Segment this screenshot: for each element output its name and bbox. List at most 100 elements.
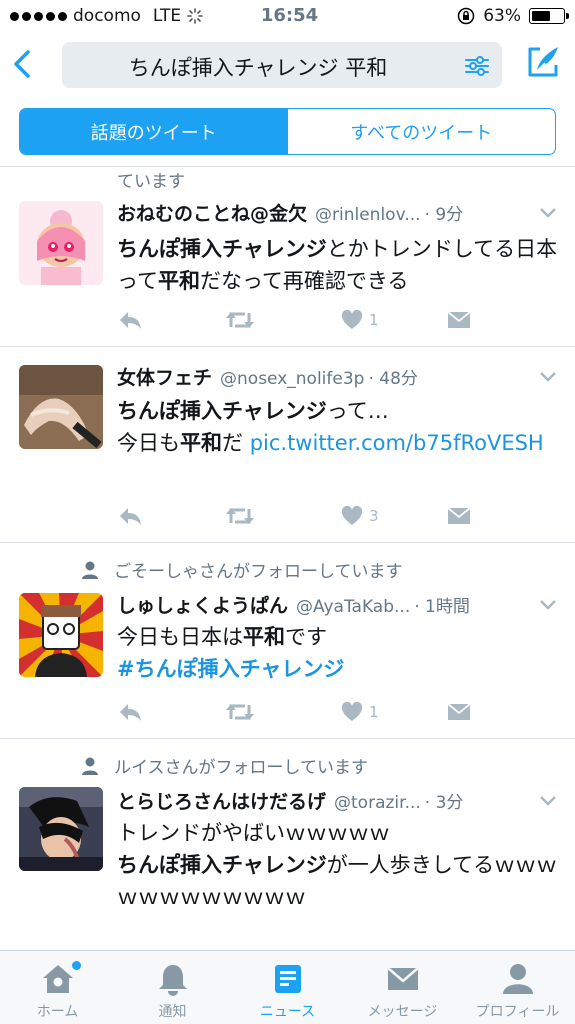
envelope-icon (447, 507, 471, 524)
tweet-text: ちんぽ挿入チャレンジとかトレンドしてる日本って平和だなって再確認できる (117, 233, 563, 297)
segment-top-tweets[interactable]: 話題のツイート (20, 109, 288, 154)
reply-icon (120, 508, 141, 525)
bell-icon (158, 965, 187, 996)
reply-icon (120, 704, 141, 721)
retweet-button[interactable] (225, 699, 255, 725)
tweet-actions: 3 (117, 503, 477, 529)
media-link[interactable]: pic.twitter.com/b75fRoVESH (250, 431, 544, 455)
tweet-header: 女体フェチ @nosex_nolife3p · 48分 (117, 363, 557, 391)
direct-message-button[interactable] (447, 307, 471, 333)
user-handle[interactable]: @torazir... (334, 793, 421, 813)
user-handle[interactable]: @AyaTaKab... (296, 597, 410, 617)
tweet-text: 今日も日本は平和です #ちんぽ挿入チャレンジ (117, 621, 563, 685)
social-context-text: ルイスさんがフォローしています (114, 758, 368, 778)
user-handle[interactable]: @rinlenlov... (315, 205, 421, 225)
tweet-text-part: だなって再確認できる (199, 269, 409, 293)
user-name[interactable]: おねむのことね@金欠 (117, 199, 307, 226)
user-name[interactable]: とらじろさんはけだるげ (117, 787, 326, 814)
reply-button[interactable] (117, 503, 143, 529)
tweet-header: しゅしょくようぱん @AyaTaKab... · 1時間 (117, 591, 557, 619)
search-filter-icon[interactable] (464, 54, 490, 78)
user-name[interactable]: しゅしょくようぱん (117, 591, 288, 618)
social-context: ごそーしゃさんがフォローしています (80, 557, 403, 582)
tweet-item[interactable]: おねむのことね@金欠 @rinlenlov... · 9分 ちんぽ挿入チャレンジ… (0, 187, 575, 347)
bottom-tab-bar: ホーム 通知 ニュース メッセージ プロフィール (0, 950, 575, 1024)
heart-icon (341, 506, 363, 525)
reply-icon (120, 312, 141, 329)
tweet-item[interactable]: 女体フェチ @nosex_nolife3p · 48分 ちんぽ挿入チャレンジって… (0, 347, 575, 543)
search-query-text: ちんぽ挿入チャレンジ 平和 (128, 56, 388, 80)
social-context: ルイスさんがフォローしています (80, 753, 368, 778)
retweet-icon (226, 508, 254, 524)
direct-message-button[interactable] (447, 503, 471, 529)
user-handle[interactable]: @nosex_nolife3p (220, 369, 364, 389)
tweet-text-part: 今日も (117, 431, 180, 455)
like-count: 3 (369, 507, 379, 525)
tab-profile[interactable]: プロフィール (460, 951, 575, 1024)
social-context-text: ごそーしゃさんがフォローしています (114, 562, 403, 582)
avatar[interactable] (19, 593, 103, 677)
chevron-down-icon[interactable] (539, 371, 557, 383)
like-button[interactable]: 3 (341, 503, 379, 529)
like-button[interactable]: 1 (341, 307, 379, 333)
avatar[interactable] (19, 201, 103, 285)
retweet-button[interactable] (225, 307, 255, 333)
tweet-filter-segment: 話題のツイート すべてのツイート (19, 108, 556, 155)
tweet-actions: 1 (117, 699, 477, 725)
tweet-feed[interactable]: ています おねむのことね@金欠 @rinlenlov... · 9分 ちんぽ挿入… (0, 167, 575, 950)
home-icon (42, 965, 73, 993)
chevron-down-icon[interactable] (539, 207, 557, 219)
segment-all-tweets[interactable]: すべてのツイート (288, 109, 556, 154)
user-name[interactable]: 女体フェチ (117, 363, 212, 390)
retweet-icon (226, 312, 254, 328)
tweet-highlight: ちんぽ挿入チャレンジ (117, 399, 327, 423)
chevron-down-icon[interactable] (539, 795, 557, 807)
status-right: 63% (457, 6, 569, 26)
notification-dot (72, 961, 81, 970)
tweet-highlight: ちんぽ挿入チャレンジ (117, 853, 327, 877)
direct-message-button[interactable] (447, 699, 471, 725)
tweet-time: · 3分 (424, 793, 464, 813)
chevron-down-icon[interactable] (539, 599, 557, 611)
tweet-text-part: だ (222, 431, 250, 455)
reply-button[interactable] (117, 307, 143, 333)
tweet-text-part: 今日も日本は (117, 625, 243, 649)
tab-home[interactable]: ホーム (0, 951, 115, 1024)
tweet-text-part: って… (326, 399, 389, 423)
person-icon (502, 964, 533, 994)
tweet-text: ちんぽ挿入チャレンジって… 今日も平和だ pic.twitter.com/b75… (117, 395, 563, 459)
search-nav-bar: ちんぽ挿入チャレンジ 平和 (0, 34, 575, 98)
tweet-text-part: トレンドがやばいｗｗｗｗｗ (117, 821, 390, 845)
search-input[interactable]: ちんぽ挿入チャレンジ 平和 (62, 42, 502, 88)
status-bar: docomo LTE 16:54 63% (0, 0, 575, 34)
tab-label: メッセージ (367, 1004, 438, 1020)
tweet-highlight: ちんぽ挿入チャレンジ (117, 237, 327, 261)
tab-label: 通知 (158, 1004, 187, 1020)
tweet-time: · 1時間 (414, 597, 470, 617)
avatar[interactable] (19, 365, 103, 449)
like-button[interactable]: 1 (341, 699, 379, 725)
like-count: 1 (369, 703, 379, 721)
tweet-highlight: 平和 (157, 269, 200, 293)
avatar[interactable] (19, 787, 103, 871)
tab-label: ホーム (36, 1004, 79, 1020)
compose-tweet-icon[interactable] (525, 44, 561, 80)
envelope-icon (386, 967, 419, 990)
tweet-item[interactable]: ごそーしゃさんがフォローしています しゅしょくようぱん @AyaTaKab...… (0, 543, 575, 739)
tab-label: ニュース (259, 1004, 316, 1020)
tweet-item[interactable]: ルイスさんがフォローしています とらじろさんはけだるげ @torazir... … (0, 739, 575, 949)
tab-news[interactable]: ニュース (230, 951, 345, 1024)
tab-label: プロフィール (475, 1004, 560, 1020)
heart-icon (341, 310, 363, 329)
heart-icon (341, 702, 363, 721)
tweet-text-part: です (285, 625, 327, 649)
back-chevron-icon[interactable] (8, 46, 38, 82)
person-icon (82, 757, 98, 775)
battery-icon (529, 8, 569, 24)
tab-notifications[interactable]: 通知 (115, 951, 230, 1024)
reply-button[interactable] (117, 699, 143, 725)
tweet-highlight: 平和 (243, 625, 285, 649)
hashtag-link[interactable]: #ちんぽ挿入チャレンジ (117, 657, 344, 681)
tab-messages[interactable]: メッセージ (345, 951, 460, 1024)
retweet-button[interactable] (225, 503, 255, 529)
